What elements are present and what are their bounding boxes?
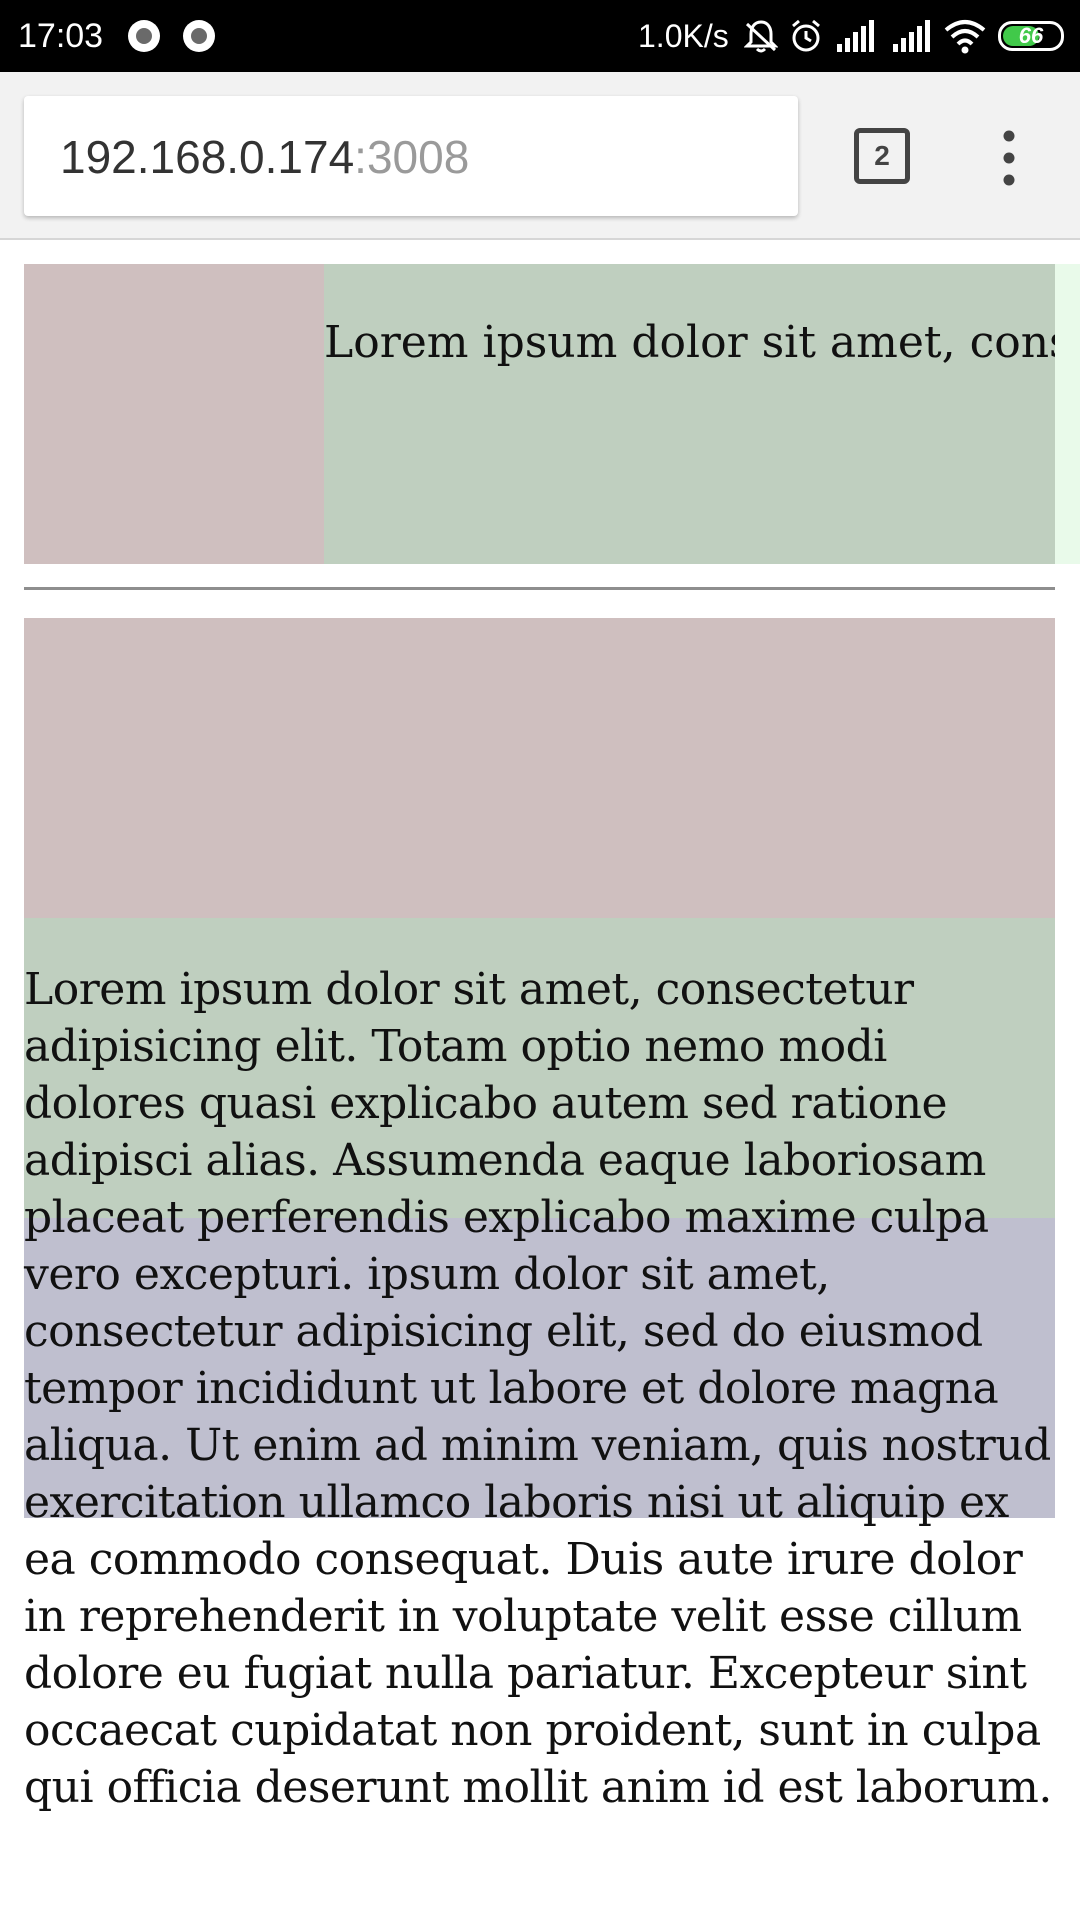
url-host: 192.168.0.174 xyxy=(60,131,355,183)
alarm-icon xyxy=(792,19,820,52)
overflow-block xyxy=(1055,264,1080,564)
green-text-block: Lorem ipsum dolor sit amet, consectetur … xyxy=(324,264,1055,564)
tab-count: 2 xyxy=(874,140,890,171)
web-page: Lorem ipsum dolor sit amet, consectetur … xyxy=(0,242,1080,1920)
signal-icon xyxy=(837,20,874,52)
network-speed: 1.0K/s xyxy=(638,18,729,54)
signal-icon xyxy=(893,20,930,52)
status-bar: 17:03 1.0K/s 66 xyxy=(0,0,1080,72)
paragraph-text: Lorem ipsum dolor sit amet, consectetur … xyxy=(24,964,1052,1813)
mute-icon xyxy=(744,20,778,53)
url-port: :3008 xyxy=(354,131,470,183)
battery-icon: 66 xyxy=(998,21,1064,51)
notification-dot-icon xyxy=(128,20,160,52)
pink-block xyxy=(24,618,1055,918)
battery-level-text: 66 xyxy=(1018,23,1044,48)
pink-block xyxy=(24,264,324,564)
row-text: Lorem ipsum dolor sit amet, consectetur … xyxy=(324,317,1055,368)
address-bar[interactable]: 192.168.0.174:3008 xyxy=(24,96,798,216)
notification-dot-icon xyxy=(183,20,215,52)
status-time: 17:03 xyxy=(18,17,104,55)
horizontal-rule xyxy=(24,587,1055,590)
url-text[interactable]: 192.168.0.174:3008 xyxy=(60,130,469,184)
more-vert-icon[interactable] xyxy=(996,130,1022,186)
tab-switcher-button[interactable]: 2 xyxy=(854,128,910,184)
wifi-icon xyxy=(944,20,986,54)
browser-toolbar: 192.168.0.174:3008 2 xyxy=(0,72,1080,240)
